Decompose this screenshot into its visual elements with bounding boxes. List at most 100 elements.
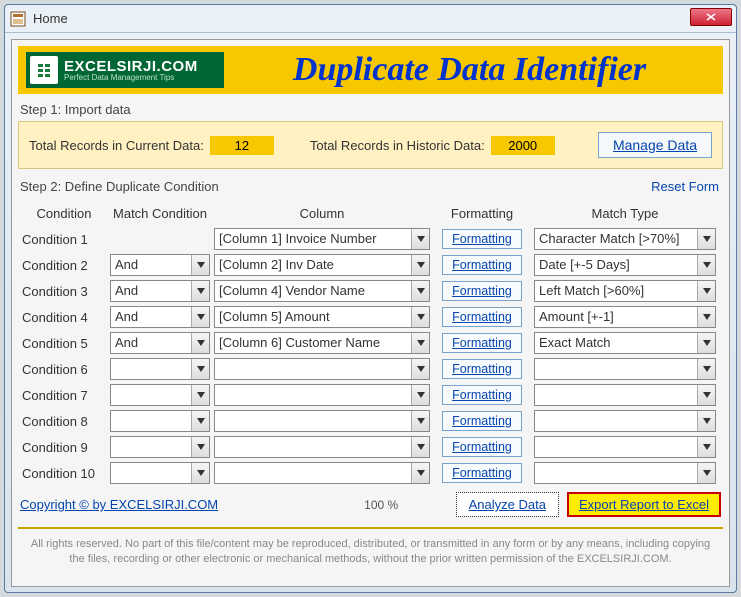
column-combo[interactable]: [Column 2] Inv Date (214, 254, 430, 276)
condition-label: Condition 10 (20, 466, 106, 481)
chevron-down-icon[interactable] (411, 411, 429, 431)
close-button[interactable] (690, 8, 732, 26)
formatting-button[interactable]: Formatting (442, 281, 522, 301)
chevron-down-icon[interactable] (411, 463, 429, 483)
chevron-down-icon[interactable] (411, 255, 429, 275)
chevron-down-icon[interactable] (411, 333, 429, 353)
match-type-combo[interactable] (534, 358, 716, 380)
match-condition-combo[interactable]: And (110, 332, 210, 354)
formatting-button[interactable]: Formatting (442, 333, 522, 353)
chevron-down-icon[interactable] (697, 463, 715, 483)
match-condition-value: And (111, 333, 191, 353)
match-type-value (535, 463, 697, 483)
chevron-down-icon[interactable] (697, 229, 715, 249)
chevron-down-icon[interactable] (697, 333, 715, 353)
formatting-button[interactable]: Formatting (442, 255, 522, 275)
match-type-combo[interactable] (534, 436, 716, 458)
chevron-down-icon[interactable] (411, 359, 429, 379)
match-type-combo[interactable] (534, 384, 716, 406)
chevron-down-icon[interactable] (411, 281, 429, 301)
condition-row: Condition 7 Formatting (18, 382, 723, 408)
match-type-combo[interactable] (534, 410, 716, 432)
chevron-down-icon[interactable] (191, 463, 209, 483)
chevron-down-icon[interactable] (697, 281, 715, 301)
titlebar[interactable]: Home (5, 5, 736, 33)
formatting-button[interactable]: Formatting (442, 437, 522, 457)
chevron-down-icon[interactable] (697, 307, 715, 327)
chevron-down-icon[interactable] (697, 437, 715, 457)
chevron-down-icon[interactable] (191, 307, 209, 327)
match-condition-value (111, 463, 191, 483)
match-condition-combo[interactable] (110, 384, 210, 406)
match-condition-combo[interactable] (110, 462, 210, 484)
chevron-down-icon[interactable] (191, 333, 209, 353)
column-combo[interactable] (214, 358, 430, 380)
chevron-down-icon[interactable] (697, 359, 715, 379)
match-condition-combo[interactable]: And (110, 306, 210, 328)
progress-pct: 100 % (364, 498, 398, 512)
column-combo[interactable]: [Column 6] Customer Name (214, 332, 430, 354)
column-combo[interactable] (214, 384, 430, 406)
chevron-down-icon[interactable] (191, 385, 209, 405)
condition-label: Condition 6 (20, 362, 106, 377)
match-type-combo[interactable]: Exact Match (534, 332, 716, 354)
match-type-value (535, 411, 697, 431)
match-type-combo[interactable]: Left Match [>60%] (534, 280, 716, 302)
match-condition-combo[interactable]: And (110, 254, 210, 276)
condition-label: Condition 7 (20, 388, 106, 403)
reset-form-link[interactable]: Reset Form (651, 179, 723, 194)
condition-row: Condition 10 Formatting (18, 460, 723, 486)
close-icon (706, 13, 716, 21)
chevron-down-icon[interactable] (191, 437, 209, 457)
condition-row: Condition 9Formatting (18, 434, 723, 460)
analyze-data-button[interactable]: Analyze Data (456, 492, 559, 517)
match-type-combo[interactable]: Character Match [>70%] (534, 228, 716, 250)
chevron-down-icon[interactable] (411, 437, 429, 457)
condition-row: Condition 3And[Column 4] Vendor NameForm… (18, 278, 723, 304)
formatting-button[interactable]: Formatting (442, 359, 522, 379)
grid-header-row: Condition Match Condition Column Formatt… (18, 200, 723, 226)
column-combo[interactable] (214, 462, 430, 484)
manage-data-button[interactable]: Manage Data (598, 132, 712, 158)
formatting-button[interactable]: Formatting (442, 385, 522, 405)
header-condition: Condition (20, 206, 106, 221)
match-type-value: Exact Match (535, 333, 697, 353)
formatting-button[interactable]: Formatting (442, 229, 522, 249)
match-condition-combo[interactable] (110, 436, 210, 458)
match-condition-value (111, 359, 191, 379)
chevron-down-icon[interactable] (191, 281, 209, 301)
column-combo[interactable] (214, 436, 430, 458)
condition-grid: Condition Match Condition Column Formatt… (18, 200, 723, 486)
column-combo[interactable] (214, 410, 430, 432)
formatting-button[interactable]: Formatting (442, 411, 522, 431)
chevron-down-icon[interactable] (697, 255, 715, 275)
chevron-down-icon[interactable] (697, 385, 715, 405)
chevron-down-icon[interactable] (411, 385, 429, 405)
column-combo[interactable]: [Column 5] Amount (214, 306, 430, 328)
condition-row: Condition 4And[Column 5] AmountFormattin… (18, 304, 723, 330)
chevron-down-icon[interactable] (191, 359, 209, 379)
bottom-row: Copyright © by EXCELSIRJI.COM 100 % Anal… (18, 486, 723, 523)
chevron-down-icon[interactable] (191, 411, 209, 431)
page-title: Duplicate Data Identifier (224, 51, 715, 89)
match-condition-combo[interactable] (110, 358, 210, 380)
header-formatting: Formatting (434, 206, 530, 221)
column-combo[interactable]: [Column 4] Vendor Name (214, 280, 430, 302)
column-value (215, 463, 411, 483)
match-type-combo[interactable] (534, 462, 716, 484)
chevron-down-icon[interactable] (411, 229, 429, 249)
condition-label: Condition 2 (20, 258, 106, 273)
export-report-button[interactable]: Export Report to Excel (567, 492, 721, 517)
chevron-down-icon[interactable] (191, 255, 209, 275)
copyright-link[interactable]: Copyright © by EXCELSIRJI.COM (20, 497, 218, 512)
chevron-down-icon[interactable] (697, 411, 715, 431)
formatting-button[interactable]: Formatting (442, 463, 522, 483)
chevron-down-icon[interactable] (411, 307, 429, 327)
match-type-combo[interactable]: Date [+-5 Days] (534, 254, 716, 276)
match-type-combo[interactable]: Amount [+-1] (534, 306, 716, 328)
match-condition-combo[interactable] (110, 410, 210, 432)
column-value (215, 385, 411, 405)
column-combo[interactable]: [Column 1] Invoice Number (214, 228, 430, 250)
match-condition-combo[interactable]: And (110, 280, 210, 302)
formatting-button[interactable]: Formatting (442, 307, 522, 327)
